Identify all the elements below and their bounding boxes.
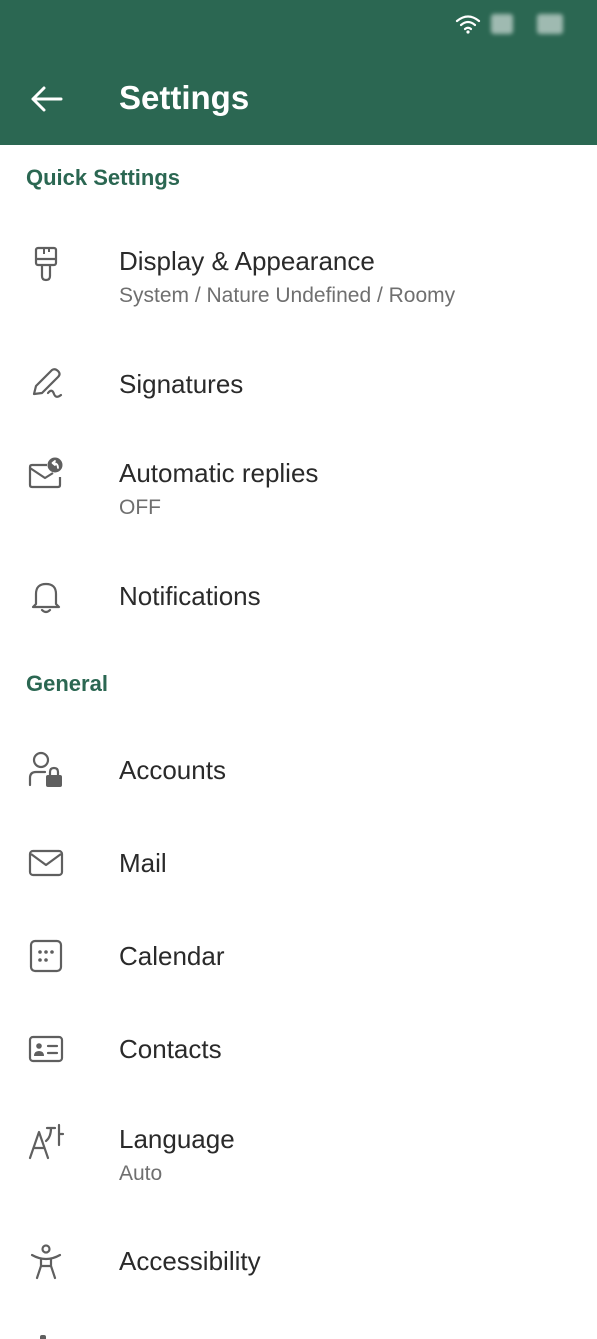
settings-item-accessibility[interactable]: Accessibility (0, 1230, 597, 1294)
app-bar: Settings (0, 0, 597, 145)
battery-icon (537, 14, 563, 34)
settings-item-subtitle: System / Nature Undefined / Roomy (119, 284, 456, 307)
auto-reply-mail-icon (26, 454, 66, 494)
settings-item-label: Accessibility (119, 1246, 261, 1276)
signature-pen-icon (26, 364, 66, 404)
settings-item-label: Language (119, 1124, 235, 1154)
settings-item-label: Automatic replies (119, 458, 319, 488)
settings-item-subtitle: OFF (119, 496, 161, 519)
settings-item-subtitle: Auto (119, 1162, 163, 1185)
bell-icon (26, 577, 66, 617)
settings-item-label: Accounts (119, 755, 226, 785)
settings-item-signatures[interactable]: Signatures (0, 352, 597, 416)
settings-item-accounts[interactable]: Accounts (0, 738, 597, 802)
settings-item-calendar[interactable]: Calendar (0, 924, 597, 988)
paintbrush-icon (26, 244, 66, 284)
settings-item-label: Notifications (119, 581, 261, 611)
settings-item-contacts[interactable]: Contacts (0, 1017, 597, 1081)
settings-item-notifications[interactable]: Notifications (0, 565, 597, 629)
contact-card-icon (26, 1029, 66, 1069)
settings-item-label: Mail (119, 848, 167, 878)
accessibility-icon (26, 1242, 66, 1282)
settings-item-display-appearance[interactable]: Display & Appearance System / Nature Und… (0, 230, 597, 330)
settings-item-label: Calendar (119, 941, 225, 971)
signal-icon (491, 14, 513, 34)
settings-item-language[interactable]: Language Auto (0, 1108, 597, 1208)
wifi-icon (455, 14, 481, 34)
language-icon (26, 1122, 66, 1162)
section-header-general: General (26, 671, 108, 696)
person-lock-icon (26, 750, 66, 790)
back-button[interactable] (27, 80, 65, 118)
arrow-left-icon (29, 85, 63, 113)
calendar-icon (26, 936, 66, 976)
settings-item-label: Contacts (119, 1034, 222, 1064)
settings-item-label: Display & Appearance (119, 246, 375, 276)
mail-icon (26, 843, 66, 883)
section-header-quick-settings: Quick Settings (26, 165, 181, 190)
settings-item-label: Signatures (119, 369, 244, 399)
settings-item-mail[interactable]: Mail (0, 831, 597, 895)
next-item-icon-partial (40, 1335, 46, 1339)
settings-item-automatic-replies[interactable]: Automatic replies OFF (0, 440, 597, 540)
page-title: Settings (119, 79, 250, 116)
status-bar (455, 14, 563, 34)
